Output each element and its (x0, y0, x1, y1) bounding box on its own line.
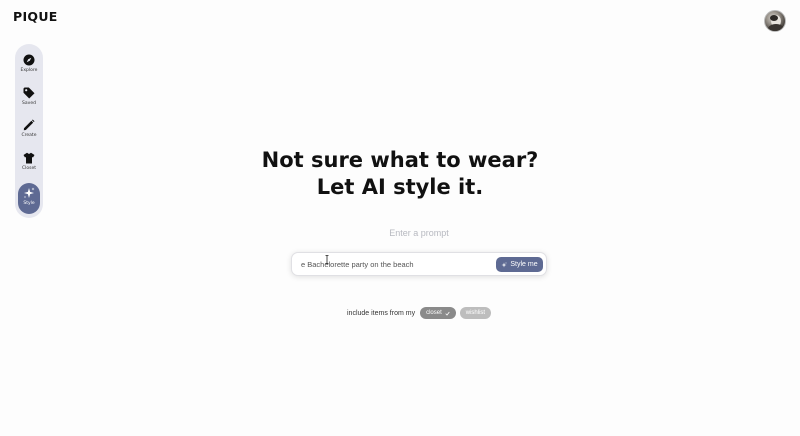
prompt-box: Style me (291, 252, 547, 276)
wishlist-chip[interactable]: wishlist (459, 307, 492, 319)
sparkle-icon (501, 261, 508, 267)
sidebar-item-label: Create (21, 133, 37, 139)
pencil-icon (23, 119, 35, 131)
hero-line-2: Let AI style it. (316, 175, 484, 199)
wishlist-chip-label: wishlist (465, 310, 486, 316)
compass-icon (23, 54, 35, 66)
sidebar-item-label: Saved (22, 100, 36, 106)
sidebar-item-explore[interactable]: Explore (17, 52, 41, 81)
prompt-input[interactable] (301, 253, 491, 275)
text-cursor-icon (325, 255, 329, 264)
hero-heading: Not sure what to wear? Let AI style it. (0, 147, 800, 201)
sidebar-item-label: Explore (20, 68, 38, 73)
app-logo[interactable]: PIQUE (13, 9, 58, 24)
sidebar-item-create[interactable]: Create (17, 117, 41, 146)
prompt-label: Enter a prompt (389, 228, 449, 238)
avatar-image (768, 15, 784, 31)
closet-chip-label: closet (426, 310, 442, 316)
closet-chip[interactable]: closet (420, 307, 456, 319)
sidebar-item-saved[interactable]: Saved (17, 85, 41, 114)
include-label: include items from my (347, 309, 416, 317)
style-me-button[interactable]: Style me (496, 257, 543, 272)
tag-icon (23, 87, 35, 99)
user-avatar[interactable] (764, 10, 786, 32)
hero-line-1: Not sure what to wear? (261, 148, 539, 172)
check-icon (445, 311, 450, 316)
style-me-label: Style me (510, 261, 538, 268)
include-items-row: include items from my closet wishlist (347, 307, 495, 319)
sidebar-item-label: Style (23, 201, 35, 207)
